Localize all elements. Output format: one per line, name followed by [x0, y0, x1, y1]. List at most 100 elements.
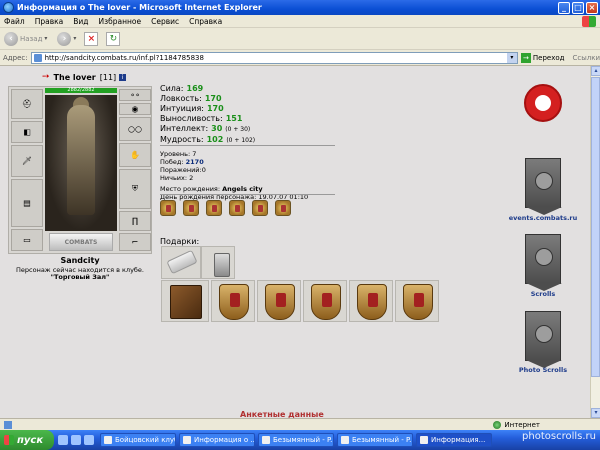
gift-book[interactable]: [161, 280, 209, 322]
page-icon: [4, 420, 12, 429]
quicklaunch-icon[interactable]: [84, 435, 94, 445]
go-button[interactable]: → Переход: [520, 53, 564, 63]
stat-extra: (0 + 102): [226, 137, 256, 144]
combats-emblem: COMBATS: [49, 233, 113, 251]
back-button[interactable]: ‹ Назад ▾: [4, 31, 47, 46]
helmet-slot[interactable]: ⛑: [11, 89, 43, 119]
maximize-button[interactable]: □: [572, 1, 584, 14]
rings-slot[interactable]: ○○: [119, 117, 151, 141]
crossed-swords-icon: [535, 172, 553, 190]
window-icon: [262, 436, 270, 444]
start-label: пуск: [17, 434, 44, 446]
character-level: [11]: [99, 72, 117, 82]
shield-icon: [219, 284, 249, 320]
stat-label: Ловкость:: [160, 94, 202, 103]
gift-scroll[interactable]: [161, 246, 201, 279]
shield-slot[interactable]: ⛨: [119, 169, 151, 209]
menu-tools[interactable]: Сервис: [147, 17, 185, 26]
chevron-down-icon[interactable]: ▾: [73, 35, 76, 42]
medal-icon[interactable]: [206, 200, 222, 216]
address-url[interactable]: http://sandcity.combats.ru/inf.pl?118478…: [45, 54, 507, 62]
gift-shield[interactable]: [257, 280, 301, 322]
refresh-button[interactable]: ↻: [106, 31, 121, 46]
boots-slot[interactable]: ⌐: [119, 233, 151, 251]
quicklaunch-icon[interactable]: [71, 435, 81, 445]
scroll-up-icon[interactable]: ▴: [591, 66, 600, 76]
stat-value: 30: [211, 124, 223, 133]
medal-icon[interactable]: [275, 200, 291, 216]
chevron-down-icon[interactable]: ▾: [44, 35, 47, 42]
stat-value: 102: [206, 135, 224, 144]
address-input[interactable]: http://sandcity.combats.ru/inf.pl?118478…: [30, 52, 518, 64]
taskbar-item[interactable]: Безымянный - P...: [258, 433, 334, 447]
gift-flask[interactable]: [201, 246, 235, 279]
status-bar: Интернет: [0, 418, 600, 430]
close-button[interactable]: ×: [586, 1, 598, 14]
globe-icon: [493, 420, 502, 429]
photo-icon: [535, 325, 553, 343]
info-icon[interactable]: i: [119, 73, 127, 81]
medal-icon[interactable]: [160, 200, 176, 216]
armor-slot[interactable]: ▤: [11, 179, 43, 227]
chevron-down-icon[interactable]: ▾: [506, 53, 517, 63]
scrolls-link[interactable]: Scrolls: [508, 290, 578, 298]
shield-icon: [403, 284, 433, 320]
ie-icon: [3, 2, 14, 13]
belt-icon: ▭: [23, 235, 31, 245]
scroll-icon: [166, 249, 198, 275]
taskbar-item[interactable]: Информация о ...: [179, 433, 255, 447]
vertical-scrollbar[interactable]: ▴ ▾: [590, 66, 600, 418]
leggings-slot[interactable]: ∏: [119, 211, 151, 231]
toolbar: ‹ Назад ▾ › ▾ × ↻: [0, 28, 600, 50]
armor-icon: ▤: [23, 198, 31, 208]
stat-value: 169: [186, 84, 204, 93]
taskbar-item-active[interactable]: Информация...: [416, 433, 492, 447]
menu-help[interactable]: Справка: [185, 17, 228, 26]
character-avatar: [45, 95, 117, 231]
weapon-slot[interactable]: 🗡: [11, 145, 43, 177]
earrings-slot[interactable]: ∘∘: [119, 89, 151, 101]
photo-scrolls-banner[interactable]: [525, 311, 562, 368]
forward-button[interactable]: › ▾: [57, 31, 76, 46]
stat-extra: (0 + 30): [225, 126, 251, 133]
windows-logo-icon: [4, 435, 14, 445]
stop-button[interactable]: ×: [84, 31, 99, 46]
amulet-slot[interactable]: ◉: [119, 103, 151, 115]
taskbar-item-label: Информация о ...: [194, 436, 255, 444]
stat-label: Сила:: [160, 84, 184, 93]
start-button[interactable]: пуск: [0, 430, 54, 450]
events-banner[interactable]: [525, 158, 562, 215]
book-icon: [170, 285, 202, 319]
gloves-slot[interactable]: ✋: [119, 143, 151, 167]
medal-icon[interactable]: [252, 200, 268, 216]
gift-shield[interactable]: [211, 280, 255, 322]
scroll-down-icon[interactable]: ▾: [591, 408, 600, 418]
scroll-thumb[interactable]: [591, 77, 600, 377]
menu-view[interactable]: Вид: [69, 17, 94, 26]
taskbar-item[interactable]: Безымянный - P...: [337, 433, 413, 447]
taskbar-item-label: Информация...: [431, 436, 486, 444]
belt-slot[interactable]: ▭: [11, 229, 43, 251]
bracers-slot[interactable]: ◧: [11, 121, 43, 143]
hp-bar: 2882/2882: [45, 88, 117, 93]
gift-shield[interactable]: [395, 280, 439, 322]
menu-favorites[interactable]: Избранное: [95, 17, 148, 26]
medal-icon[interactable]: [229, 200, 245, 216]
minimize-button[interactable]: _: [558, 1, 570, 14]
menu-file[interactable]: Файл: [0, 17, 31, 26]
taskbar-item[interactable]: Бойцовский клуб...: [100, 433, 176, 447]
quicklaunch-icon[interactable]: [58, 435, 68, 445]
events-link[interactable]: events.combats.ru: [508, 214, 578, 222]
links-button[interactable]: Ссылки: [572, 54, 600, 62]
taskbar-item-label: Безымянный - P...: [352, 436, 413, 444]
gift-shield[interactable]: [303, 280, 347, 322]
divider: [160, 145, 335, 146]
arrow-right-icon[interactable]: ➙: [42, 72, 50, 82]
medal-icon[interactable]: [183, 200, 199, 216]
menu-edit[interactable]: Правка: [31, 17, 70, 26]
scrolls-banner[interactable]: [525, 234, 562, 291]
photo-scrolls-link[interactable]: Photo Scrolls: [508, 366, 578, 374]
gift-shield[interactable]: [349, 280, 393, 322]
lion-logo-icon[interactable]: [524, 84, 562, 122]
stat-row: Интеллект: 30 (0 + 30): [160, 124, 335, 135]
